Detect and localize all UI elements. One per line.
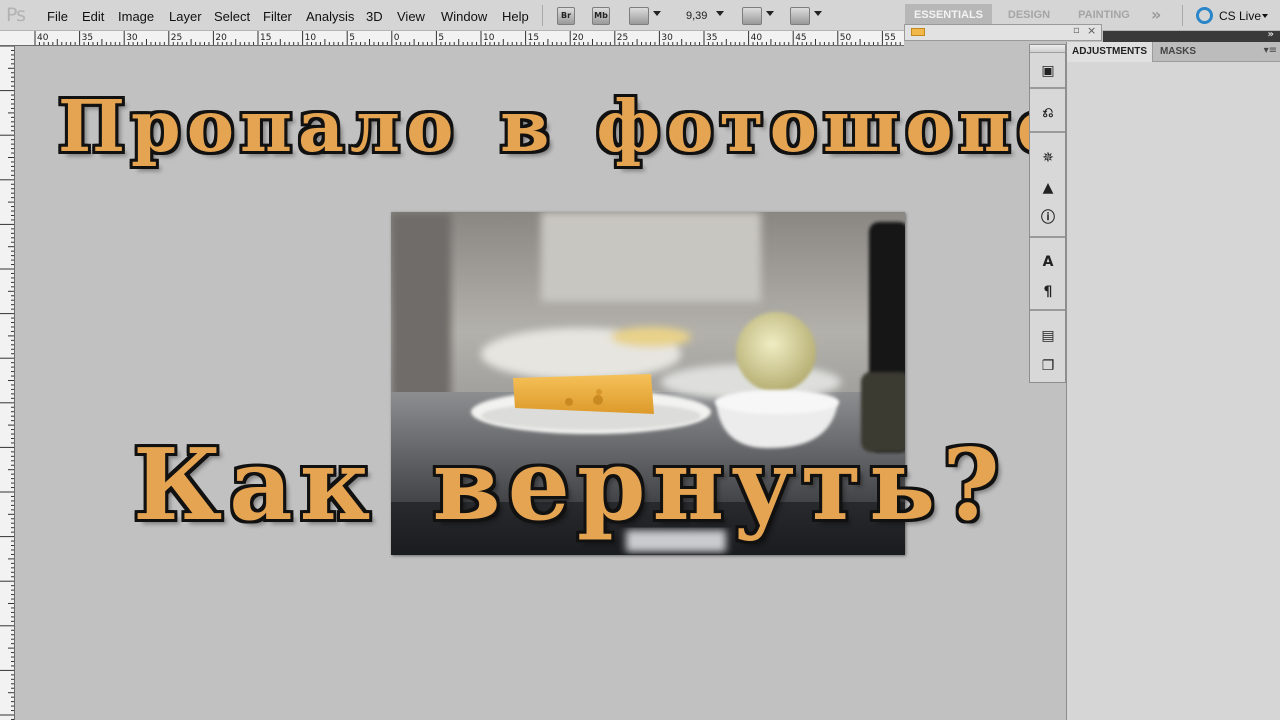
toolbar-separator bbox=[542, 5, 543, 26]
navigator-icon[interactable]: ✵ bbox=[1038, 148, 1058, 168]
menu-view[interactable]: View bbox=[397, 9, 425, 24]
info-icon[interactable]: ⓘ bbox=[1038, 208, 1058, 228]
ruler-label: 10 bbox=[483, 33, 495, 43]
mini-bridge-button[interactable]: Mb bbox=[592, 7, 610, 25]
chevron-down-icon[interactable] bbox=[766, 11, 774, 16]
title-bottom: Как вернуть? bbox=[133, 428, 1007, 543]
ruler-ticks: 40 35 30 25 20 15 10 5 0 5 10 15 20 25 30 35 40 45 50 55 bbox=[34, 31, 901, 45]
zoom-level[interactable]: 9,39 bbox=[686, 10, 707, 22]
ruler-label: 40 bbox=[37, 33, 49, 43]
menu-analysis[interactable]: Analysis bbox=[306, 9, 354, 24]
screen-mode-button[interactable] bbox=[790, 7, 810, 25]
ruler-label: 50 bbox=[840, 33, 852, 43]
ruler-label: 35 bbox=[82, 33, 93, 43]
dock-divider bbox=[1030, 309, 1065, 311]
chevron-down-icon[interactable] bbox=[814, 11, 822, 16]
panel-tab-bar: ADJUSTMENTS MASKS ▾≡ bbox=[1067, 42, 1280, 62]
tab-masks[interactable]: MASKS bbox=[1154, 42, 1202, 62]
toolbar-separator bbox=[1182, 5, 1183, 26]
close-icon[interactable]: × bbox=[1087, 24, 1096, 37]
ruler-label: 5 bbox=[349, 33, 355, 43]
dock-divider bbox=[1030, 236, 1065, 238]
chevron-down-icon[interactable] bbox=[1262, 14, 1268, 18]
ruler-label: 15 bbox=[528, 33, 539, 43]
collapse-panels-icon[interactable]: » bbox=[1268, 29, 1274, 40]
cs-live-button[interactable]: CS Live bbox=[1219, 9, 1261, 23]
menu-layer[interactable]: Layer bbox=[169, 9, 202, 24]
clone-source-icon[interactable]: ❐ bbox=[1038, 356, 1058, 376]
ruler-label: 20 bbox=[572, 33, 584, 43]
menu-3d[interactable]: 3D bbox=[366, 9, 383, 24]
ruler-label: 25 bbox=[171, 33, 182, 43]
panel-menu-icon[interactable]: ▾≡ bbox=[1264, 45, 1277, 56]
horizontal-ruler[interactable]: 40 35 30 25 20 15 10 5 0 5 10 15 20 25 30 35 40 45 50 55 bbox=[0, 31, 904, 46]
menu-help[interactable]: Help bbox=[502, 9, 529, 24]
panel-dock-header[interactable]: » bbox=[1103, 29, 1280, 42]
ruler-label: 20 bbox=[215, 33, 227, 43]
ruler-label: 35 bbox=[706, 33, 717, 43]
ruler-label: 40 bbox=[751, 33, 763, 43]
ruler-label: 55 bbox=[884, 33, 895, 43]
menu-filter[interactable]: Filter bbox=[263, 9, 292, 24]
panel-thumbnail-icon bbox=[911, 28, 925, 36]
ruler-label: 25 bbox=[617, 33, 628, 43]
panel-collapse-button[interactable]: ▫ bbox=[1073, 25, 1080, 36]
ruler-label: 0 bbox=[394, 33, 400, 43]
bridge-button[interactable]: Br bbox=[557, 7, 575, 25]
view-extras-button[interactable] bbox=[629, 7, 649, 25]
histogram-icon[interactable]: ▲ bbox=[1038, 178, 1058, 198]
menu-image[interactable]: Image bbox=[118, 9, 154, 24]
dock-divider bbox=[1030, 131, 1065, 133]
character-icon[interactable]: A bbox=[1038, 252, 1058, 272]
collapsed-panel-tab[interactable]: ▫ × bbox=[904, 24, 1102, 41]
mini-bridge-icon[interactable]: ▣ bbox=[1038, 61, 1058, 81]
dock-divider bbox=[1030, 87, 1065, 89]
ruler-label: 45 bbox=[795, 33, 806, 43]
ruler-label: 10 bbox=[305, 33, 317, 43]
ruler-label: 5 bbox=[438, 33, 444, 43]
ruler-ticks bbox=[0, 46, 14, 720]
workspace-more-button[interactable]: » bbox=[1151, 5, 1161, 24]
vertical-ruler[interactable] bbox=[0, 46, 15, 720]
adjustments-panel: ADJUSTMENTS MASKS ▾≡ bbox=[1066, 42, 1280, 720]
menu-select[interactable]: Select bbox=[214, 9, 250, 24]
chevron-down-icon[interactable] bbox=[716, 11, 724, 16]
chevron-down-icon[interactable] bbox=[653, 11, 661, 16]
tab-adjustments[interactable]: ADJUSTMENTS bbox=[1067, 42, 1153, 62]
paragraph-icon[interactable]: ¶ bbox=[1038, 282, 1058, 302]
ruler-label: 30 bbox=[661, 33, 673, 43]
cs-live-icon[interactable] bbox=[1196, 7, 1213, 24]
menu-file[interactable]: File bbox=[47, 9, 68, 24]
history-icon[interactable]: ⎌ bbox=[1038, 103, 1058, 123]
ruler-label: 15 bbox=[260, 33, 271, 43]
dock-grip[interactable] bbox=[1030, 45, 1065, 53]
panel-icon-dock: ▣ ⎌ ✵ ▲ ⓘ A ¶ ▤ ❐ bbox=[1029, 44, 1066, 383]
ruler-label: 30 bbox=[126, 33, 138, 43]
menu-edit[interactable]: Edit bbox=[82, 9, 104, 24]
arrange-documents-button[interactable] bbox=[742, 7, 762, 25]
layer-comps-icon[interactable]: ▤ bbox=[1038, 326, 1058, 346]
photoshop-logo: Ps bbox=[6, 4, 26, 26]
menu-window[interactable]: Window bbox=[441, 9, 487, 24]
